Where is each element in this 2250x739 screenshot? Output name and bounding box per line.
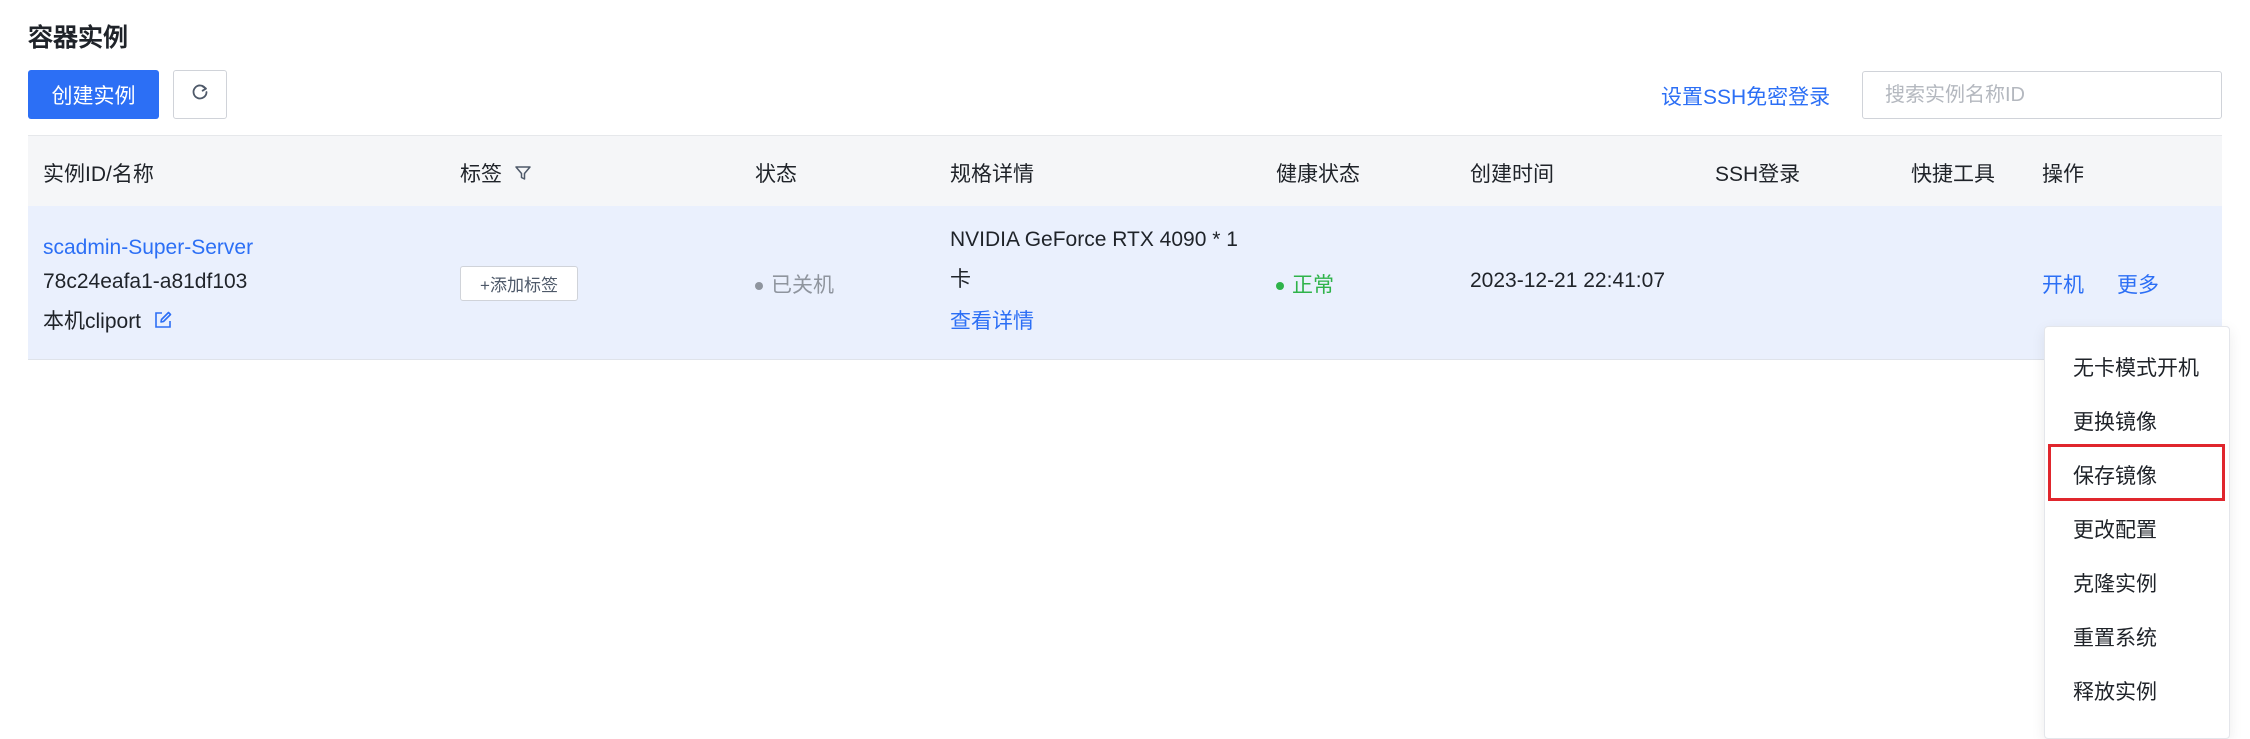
menu-item-clone-instance[interactable]: 克隆实例: [2073, 568, 2157, 598]
container-instances-page: 容器实例 创建实例 设置SSH免密登录 实例ID/名称 标签 状态 规格详情 健…: [0, 0, 2250, 739]
status-dot: [755, 282, 763, 291]
menu-item-change-config[interactable]: 更改配置: [2073, 514, 2157, 544]
status-cell: 已关机: [755, 269, 834, 299]
header-health: 健康状态: [1276, 163, 1360, 186]
table-row: scadmin-Super-Server 78c24eafa1-a81df103…: [28, 206, 2222, 360]
refresh-button[interactable]: [173, 70, 227, 119]
header-ssh: SSH登录: [1715, 163, 1801, 186]
health-dot: [1276, 282, 1284, 291]
header-tools: 快捷工具: [1911, 163, 1995, 186]
add-tag-button[interactable]: +添加标签: [460, 266, 578, 301]
menu-item-change-image[interactable]: 更换镜像: [2073, 406, 2157, 436]
menu-item-release-instance[interactable]: 释放实例: [2073, 676, 2157, 706]
start-action-link[interactable]: 开机: [2042, 269, 2084, 299]
more-action-link[interactable]: 更多: [2117, 269, 2159, 299]
instance-remark: 本机cliport: [43, 305, 173, 335]
header-tags-label: 标签: [460, 163, 502, 186]
page-title: 容器实例: [28, 24, 129, 52]
table-header: 实例ID/名称 标签 状态 规格详情 健康状态 创建时间 SSH登录 快捷工具 …: [28, 135, 2222, 206]
instance-id: 78c24eafa1-a81df103: [43, 270, 248, 293]
more-actions-dropdown: 无卡模式开机 更换镜像 保存镜像 更改配置 克隆实例 重置系统 释放实例: [2044, 326, 2230, 739]
menu-item-start-without-gpu[interactable]: 无卡模式开机: [2073, 352, 2199, 382]
menu-item-save-image[interactable]: 保存镜像: [2073, 460, 2157, 490]
instance-remark-text: 本机cliport: [43, 310, 142, 333]
header-id-name: 实例ID/名称: [43, 163, 154, 186]
header-actions: 操作: [2042, 163, 2084, 186]
refresh-icon: [190, 82, 210, 107]
created-time: 2023-12-21 22:41:07: [1470, 269, 1665, 292]
menu-item-reset-system[interactable]: 重置系统: [2073, 622, 2157, 652]
ssh-passwordless-login-link[interactable]: 设置SSH免密登录: [1661, 81, 1830, 111]
edit-icon[interactable]: [153, 310, 173, 330]
spec-line-2: 卡: [950, 268, 971, 291]
header-status: 状态: [755, 163, 797, 186]
search-input[interactable]: [1862, 71, 2222, 119]
view-details-link[interactable]: 查看详情: [950, 305, 1034, 335]
create-instance-button[interactable]: 创建实例: [28, 70, 159, 119]
filter-icon[interactable]: [514, 164, 532, 182]
health-cell: 正常: [1276, 269, 1334, 299]
status-text: 已关机: [771, 274, 834, 297]
header-tags: 标签: [460, 158, 532, 188]
header-spec: 规格详情: [950, 163, 1034, 186]
header-created: 创建时间: [1470, 163, 1554, 186]
spec-line-1: NVIDIA GeForce RTX 4090 * 1: [950, 228, 1238, 251]
instance-name-link[interactable]: scadmin-Super-Server: [43, 236, 253, 260]
health-text: 正常: [1292, 274, 1334, 297]
